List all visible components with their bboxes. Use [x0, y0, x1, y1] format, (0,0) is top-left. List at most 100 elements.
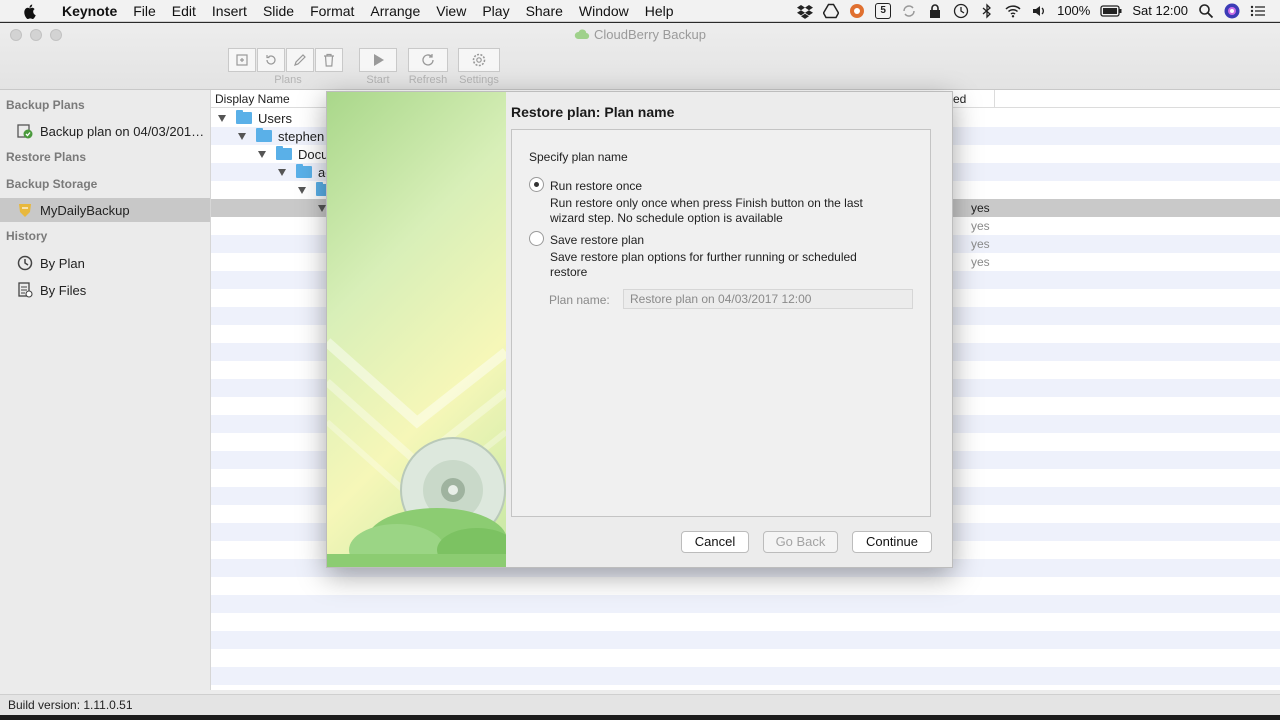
storage-shield-icon [16, 201, 34, 219]
plans-toolbar-group [228, 48, 344, 72]
table-row [211, 631, 1280, 649]
tree-node-label: Docu [298, 146, 329, 162]
menu-file[interactable]: File [125, 3, 164, 19]
column-divider [994, 90, 995, 108]
sidebar-item-history-by-files[interactable]: By Files [0, 278, 210, 302]
menu-help[interactable]: Help [637, 3, 682, 19]
time-machine-icon[interactable] [953, 3, 969, 19]
disclosure-triangle-icon[interactable] [318, 204, 326, 212]
menu-format[interactable]: Format [302, 3, 362, 19]
tree-node-documents[interactable]: Docu [258, 145, 328, 163]
run-once-radio[interactable] [529, 177, 544, 192]
sidebar: Backup Plans Backup plan on 04/03/201… R… [0, 90, 211, 690]
sidebar-item-storage[interactable]: MyDailyBackup [0, 198, 210, 222]
edit-plan-button[interactable] [286, 48, 314, 72]
history-clock-icon [16, 254, 34, 272]
disclosure-triangle-icon[interactable] [298, 186, 306, 194]
restore-icon [266, 55, 276, 65]
spotlight-search-icon[interactable] [1198, 3, 1214, 19]
delete-plan-button[interactable] [315, 48, 343, 72]
apple-icon[interactable] [22, 3, 38, 19]
cancel-button[interactable]: Cancel [681, 531, 749, 553]
backup-agent-icon[interactable] [849, 3, 865, 19]
lock-icon[interactable] [927, 3, 943, 19]
toolbar-refresh-label: Refresh [408, 74, 448, 86]
run-once-label[interactable]: Run restore once [550, 179, 642, 193]
siri-icon[interactable] [1224, 3, 1240, 19]
menu-app-keynote[interactable]: Keynote [54, 3, 125, 19]
run-once-description: Run restore only once when press Finish … [550, 196, 863, 210]
continue-button[interactable]: Continue [852, 531, 932, 553]
sidebar-item-history-by-plan[interactable]: By Plan [0, 251, 210, 275]
menu-slide[interactable]: Slide [255, 3, 302, 19]
row-cell-value: yes [971, 255, 990, 269]
tree-node-stephen[interactable]: stephen [238, 127, 324, 145]
start-button[interactable] [359, 48, 397, 72]
disclosure-triangle-icon[interactable] [238, 132, 246, 140]
window-title: CloudBerry Backup [0, 27, 1280, 42]
plan-name-input[interactable] [623, 289, 913, 309]
table-row [211, 613, 1280, 631]
pencil-icon [294, 54, 306, 66]
folder-icon [296, 164, 312, 178]
toolbar-plans-label: Plans [274, 74, 302, 86]
tree-node-label: Users [258, 110, 292, 126]
tree-node-subfolder[interactable]: ad [278, 163, 332, 181]
window-titlebar: CloudBerry Backup Plans Start Refresh Se… [0, 23, 1280, 90]
save-plan-radio[interactable] [529, 231, 544, 246]
sidebar-item-history-by-files-label: By Files [40, 282, 87, 298]
menu-arrange[interactable]: Arrange [362, 3, 428, 19]
disclosure-triangle-icon[interactable] [218, 114, 226, 122]
play-icon [374, 54, 384, 66]
plan-name-panel: Specify plan name Run restore once Run r… [511, 129, 931, 517]
table-row [211, 649, 1280, 667]
run-once-description-2: wizard step. No schedule option is avail… [550, 211, 783, 225]
cloudberry-logo-icon [574, 29, 590, 40]
disclosure-triangle-icon[interactable] [258, 150, 266, 158]
trash-icon [324, 53, 334, 67]
wizard-banner-image [327, 92, 506, 567]
refresh-icon [422, 54, 434, 66]
menu-insert[interactable]: Insert [204, 3, 255, 19]
column-header-modified[interactable]: ed [953, 92, 966, 106]
menubar-clock[interactable]: Sat 12:00 [1132, 3, 1188, 18]
save-plan-label[interactable]: Save restore plan [550, 233, 644, 247]
status-tray: 5 100% Sat 12:00 [797, 2, 1280, 19]
menu-play[interactable]: Play [474, 3, 517, 19]
menu-view[interactable]: View [428, 3, 474, 19]
sidebar-item-backup-plan-label: Backup plan on 04/03/201… [40, 123, 205, 139]
plan-name-label: Plan name: [549, 293, 610, 307]
table-row [211, 577, 1280, 595]
menu-share[interactable]: Share [518, 3, 571, 19]
dropbox-icon[interactable] [797, 3, 814, 19]
refresh-toolbar-group [408, 48, 449, 72]
start-toolbar-group [359, 48, 398, 72]
go-back-button[interactable]: Go Back [763, 531, 838, 553]
badge-five-icon[interactable]: 5 [875, 2, 892, 19]
disclosure-triangle-icon[interactable] [278, 168, 286, 176]
refresh-button[interactable] [408, 48, 448, 72]
sidebar-item-backup-plan[interactable]: Backup plan on 04/03/201… [0, 119, 210, 143]
settings-button[interactable] [458, 48, 500, 72]
menu-window[interactable]: Window [571, 3, 637, 19]
menu-bar: Keynote File Edit Insert Slide Format Ar… [0, 0, 1280, 22]
toolbar-settings-label: Settings [459, 74, 499, 86]
notification-center-icon[interactable] [1250, 3, 1266, 19]
restore-plan-dialog: Restore plan: Plan name Specify plan nam… [326, 91, 953, 568]
gear-icon [472, 53, 486, 67]
sidebar-header-backup-storage: Backup Storage [6, 177, 98, 191]
google-drive-icon[interactable] [823, 3, 840, 19]
wifi-icon[interactable] [1005, 3, 1021, 19]
column-header-display-name[interactable]: Display Name [215, 92, 290, 106]
tree-node-users[interactable]: Users [218, 109, 292, 127]
bluetooth-icon[interactable] [979, 2, 995, 19]
new-backup-plan-button[interactable] [228, 48, 256, 72]
new-restore-plan-button[interactable] [257, 48, 285, 72]
sync-icon[interactable] [901, 3, 917, 19]
tree-node-label: stephen [278, 128, 325, 144]
sidebar-header-history: History [6, 229, 48, 243]
row-cell-value: yes [971, 201, 990, 215]
battery-icon[interactable] [1100, 3, 1122, 19]
menu-edit[interactable]: Edit [164, 3, 204, 19]
volume-icon[interactable] [1031, 3, 1047, 19]
